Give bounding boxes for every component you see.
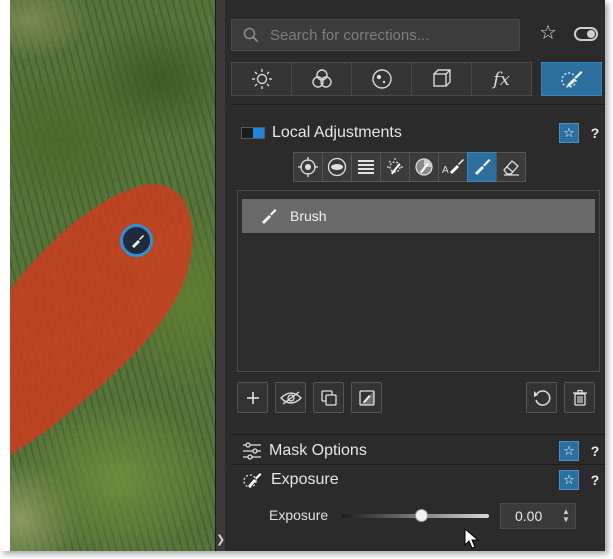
- tab-geometry[interactable]: [411, 62, 472, 96]
- brush-mask: [10, 184, 193, 456]
- palette-tabs: fx: [231, 62, 602, 96]
- help-icon[interactable]: ?: [588, 123, 602, 143]
- local-tools-toolbar: A: [293, 152, 526, 182]
- plus-icon: [246, 391, 259, 404]
- lens-circle-icon: [371, 69, 392, 89]
- eraser-icon: [503, 160, 519, 176]
- separator: [231, 104, 605, 105]
- tab-color[interactable]: [291, 62, 352, 96]
- help-icon[interactable]: ?: [588, 470, 602, 490]
- local-adjustments-list[interactable]: Brush: [237, 190, 600, 372]
- local-adjustments-header[interactable]: Local Adjustments ☆ ?: [231, 118, 605, 148]
- tool-graduated-filter[interactable]: [351, 152, 381, 182]
- section-title: Local Adjustments: [272, 124, 402, 141]
- panel-divider[interactable]: ❯: [215, 0, 225, 551]
- tab-detail[interactable]: [351, 62, 412, 96]
- favorite-star-icon[interactable]: ☆: [559, 441, 579, 461]
- app-window: ❯ ☆ fx: [0, 0, 605, 551]
- favorite-star-icon[interactable]: ☆: [559, 470, 579, 490]
- toggle-icon[interactable]: [574, 27, 598, 41]
- exposure-control: Exposure ▲▼: [231, 498, 605, 538]
- local-adjustments-toggle-icon[interactable]: [241, 127, 265, 139]
- favorites-star-icon[interactable]: ☆: [537, 22, 559, 44]
- control-point-icon: [298, 157, 318, 177]
- invert-mask-icon: [358, 389, 375, 406]
- tool-brush[interactable]: [467, 152, 497, 182]
- spinner-arrows-icon[interactable]: ▲ ▼: [561, 508, 571, 524]
- brush-cursor-icon: [120, 224, 153, 257]
- exposure-header[interactable]: Exposure ☆ ?: [231, 465, 605, 495]
- exposure-label: Exposure: [269, 507, 329, 523]
- exposure-value-field[interactable]: ▲▼: [500, 503, 576, 529]
- list-item[interactable]: Brush: [242, 199, 595, 233]
- eye-slash-icon: [279, 390, 302, 405]
- local-brush-icon: [560, 71, 582, 88]
- radial-filter-icon: [327, 157, 347, 177]
- mouse-pointer-icon: [464, 528, 480, 549]
- collapse-panel-icon[interactable]: ❯: [216, 533, 225, 547]
- auto-mask-icon: [387, 158, 403, 175]
- tool-radial-filter[interactable]: [322, 152, 352, 182]
- brush-icon: [475, 159, 491, 175]
- reset-button[interactable]: [526, 382, 557, 413]
- corrections-panel: ☆ fx Local Adjust: [225, 0, 605, 551]
- tool-control-point[interactable]: [293, 152, 323, 182]
- tab-light[interactable]: [231, 62, 292, 96]
- undo-icon: [533, 389, 550, 406]
- tab-local-adjustments[interactable]: [541, 62, 602, 96]
- trash-icon: [572, 389, 587, 406]
- graduated-filter-icon: [358, 160, 374, 174]
- tab-effects[interactable]: fx: [471, 62, 532, 96]
- sun-icon: [251, 69, 272, 89]
- image-canvas[interactable]: [0, 0, 215, 551]
- section-title: Mask Options: [269, 442, 367, 459]
- fx-icon: fx: [493, 68, 510, 90]
- cube-icon: [432, 69, 451, 87]
- tool-auto-brush[interactable]: A: [438, 152, 468, 182]
- add-button[interactable]: [237, 382, 268, 413]
- list-item-label: Brush: [290, 208, 327, 224]
- list-actions: [237, 382, 600, 416]
- search-input[interactable]: [270, 26, 510, 44]
- visibility-button[interactable]: [275, 382, 306, 413]
- search-box[interactable]: [231, 19, 520, 51]
- tool-color-picker[interactable]: [409, 152, 439, 182]
- tool-auto-mask[interactable]: [380, 152, 410, 182]
- search-icon: [238, 20, 264, 50]
- duplicate-button[interactable]: [313, 382, 344, 413]
- local-brush-icon: [243, 473, 262, 488]
- separator: [231, 434, 605, 435]
- auto-brush-icon: A: [442, 159, 464, 176]
- mask-options-header[interactable]: Mask Options ☆ ?: [231, 436, 605, 466]
- color-picker-icon: [415, 158, 433, 176]
- section-title: Exposure: [271, 471, 339, 488]
- brush-icon: [262, 209, 277, 224]
- tool-eraser[interactable]: [496, 152, 526, 182]
- duplicate-icon: [320, 389, 337, 406]
- exposure-slider-thumb[interactable]: [414, 509, 428, 522]
- delete-button[interactable]: [564, 382, 595, 413]
- exposure-value-input[interactable]: [515, 508, 561, 524]
- invert-mask-button[interactable]: [351, 382, 382, 413]
- sliders-icon: [243, 442, 261, 460]
- help-icon[interactable]: ?: [588, 441, 602, 461]
- favorite-star-icon[interactable]: ☆: [559, 123, 579, 143]
- color-circles-icon: [311, 69, 332, 88]
- svg-text:A: A: [442, 165, 449, 176]
